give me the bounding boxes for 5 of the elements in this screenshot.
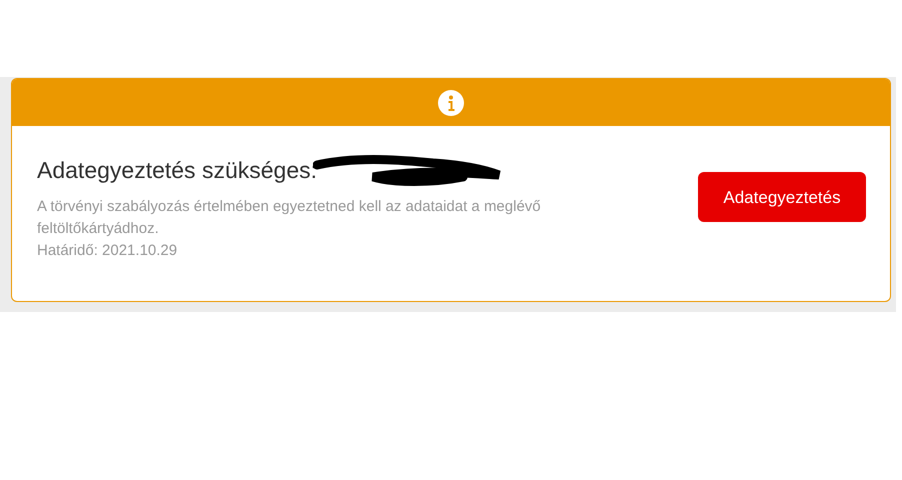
reconcile-button[interactable]: Adategyeztetés [698,172,866,222]
notice-message: A törvényi szabályozás értelmében egyeztetned kell az adataidat a meglévő feltöltőkártyádhoz. [37,196,542,238]
info-icon [438,90,464,116]
notice-title: Adategyeztetés szükséges: [37,156,317,185]
deadline-text: Határidő: 2021.10.29 [37,240,178,260]
